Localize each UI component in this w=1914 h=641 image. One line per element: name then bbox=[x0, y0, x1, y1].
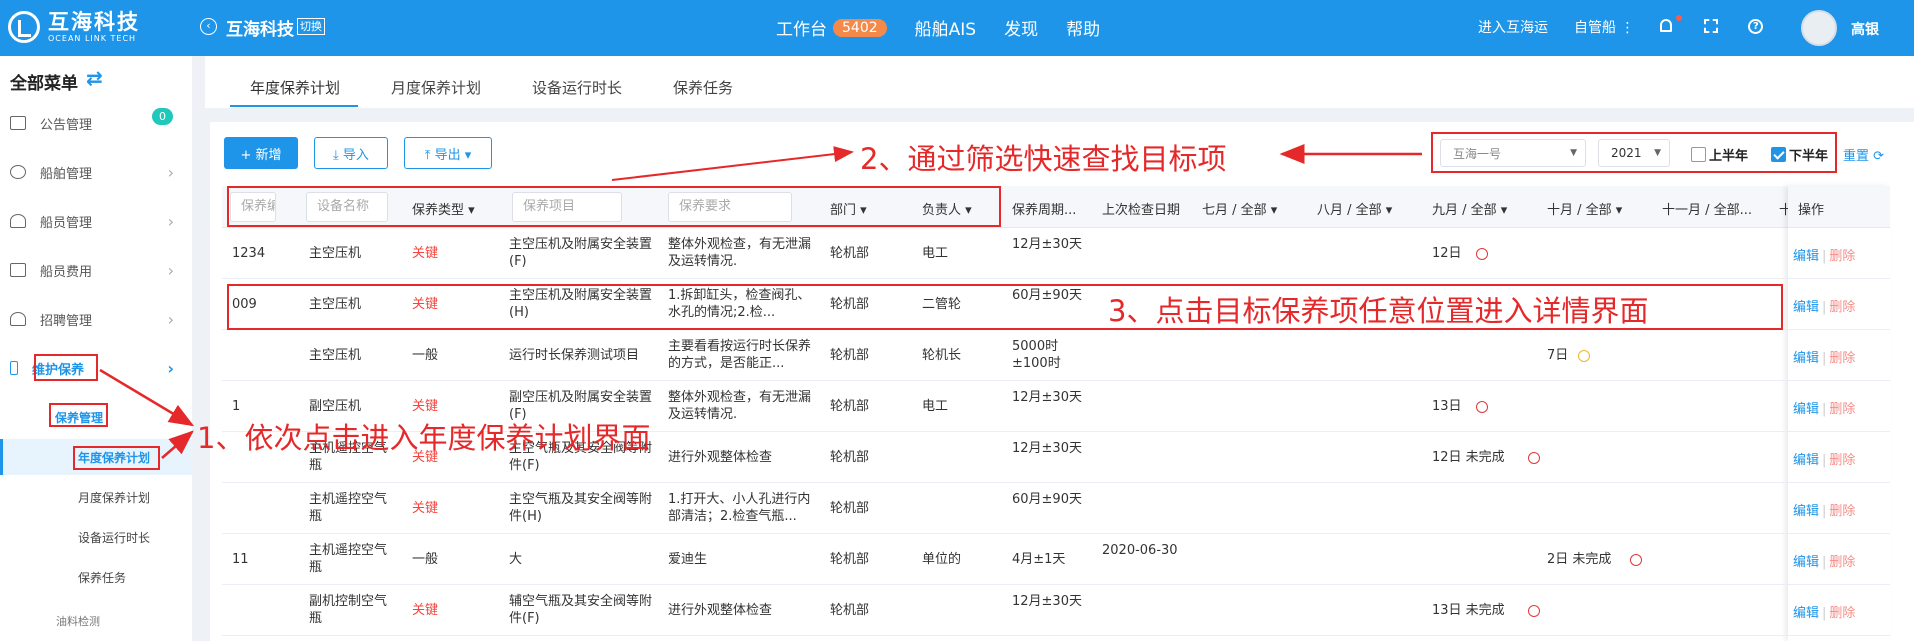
annotation-arrows bbox=[99, 144, 1422, 459]
row-actions: 编辑 | 删除 bbox=[1793, 551, 1855, 570]
row-actions: 编辑 | 删除 bbox=[1793, 449, 1855, 468]
edit-link[interactable]: 编辑 bbox=[1793, 606, 1819, 621]
delete-link[interactable]: 删除 bbox=[1829, 249, 1855, 264]
delete-link[interactable]: 删除 bbox=[1829, 606, 1855, 621]
row-actions: 编辑 | 删除 bbox=[1793, 347, 1855, 366]
action-separator: | bbox=[1822, 555, 1827, 570]
edit-link[interactable]: 编辑 bbox=[1793, 402, 1819, 417]
row-actions: 编辑 | 删除 bbox=[1793, 500, 1855, 519]
step1-arrow-bottom bbox=[161, 430, 194, 459]
action-separator: | bbox=[1822, 402, 1827, 417]
action-separator: | bbox=[1822, 300, 1827, 315]
delete-link[interactable]: 删除 bbox=[1829, 504, 1855, 519]
action-separator: | bbox=[1822, 351, 1827, 366]
edit-link[interactable]: 编辑 bbox=[1793, 351, 1819, 366]
delete-link[interactable]: 删除 bbox=[1829, 351, 1855, 366]
action-separator: | bbox=[1822, 249, 1827, 264]
edit-link[interactable]: 编辑 bbox=[1793, 453, 1819, 468]
row-actions: 编辑 | 删除 bbox=[1793, 398, 1855, 417]
row-actions: 编辑 | 删除 bbox=[1793, 602, 1855, 621]
action-separator: | bbox=[1822, 504, 1827, 519]
delete-link[interactable]: 删除 bbox=[1829, 300, 1855, 315]
delete-link[interactable]: 删除 bbox=[1829, 453, 1855, 468]
delete-link[interactable]: 删除 bbox=[1829, 402, 1855, 417]
step2-arrow-left bbox=[611, 146, 854, 181]
delete-link[interactable]: 删除 bbox=[1829, 555, 1855, 570]
action-separator: | bbox=[1822, 453, 1827, 468]
edit-link[interactable]: 编辑 bbox=[1793, 504, 1819, 519]
step1-arrow-top bbox=[99, 368, 195, 427]
edit-link[interactable]: 编辑 bbox=[1793, 249, 1819, 264]
row-actions: 编辑 | 删除 bbox=[1793, 245, 1855, 264]
row-actions: 编辑 | 删除 bbox=[1793, 296, 1855, 315]
edit-link[interactable]: 编辑 bbox=[1793, 555, 1819, 570]
edit-link[interactable]: 编辑 bbox=[1793, 300, 1819, 315]
action-separator: | bbox=[1822, 606, 1827, 621]
